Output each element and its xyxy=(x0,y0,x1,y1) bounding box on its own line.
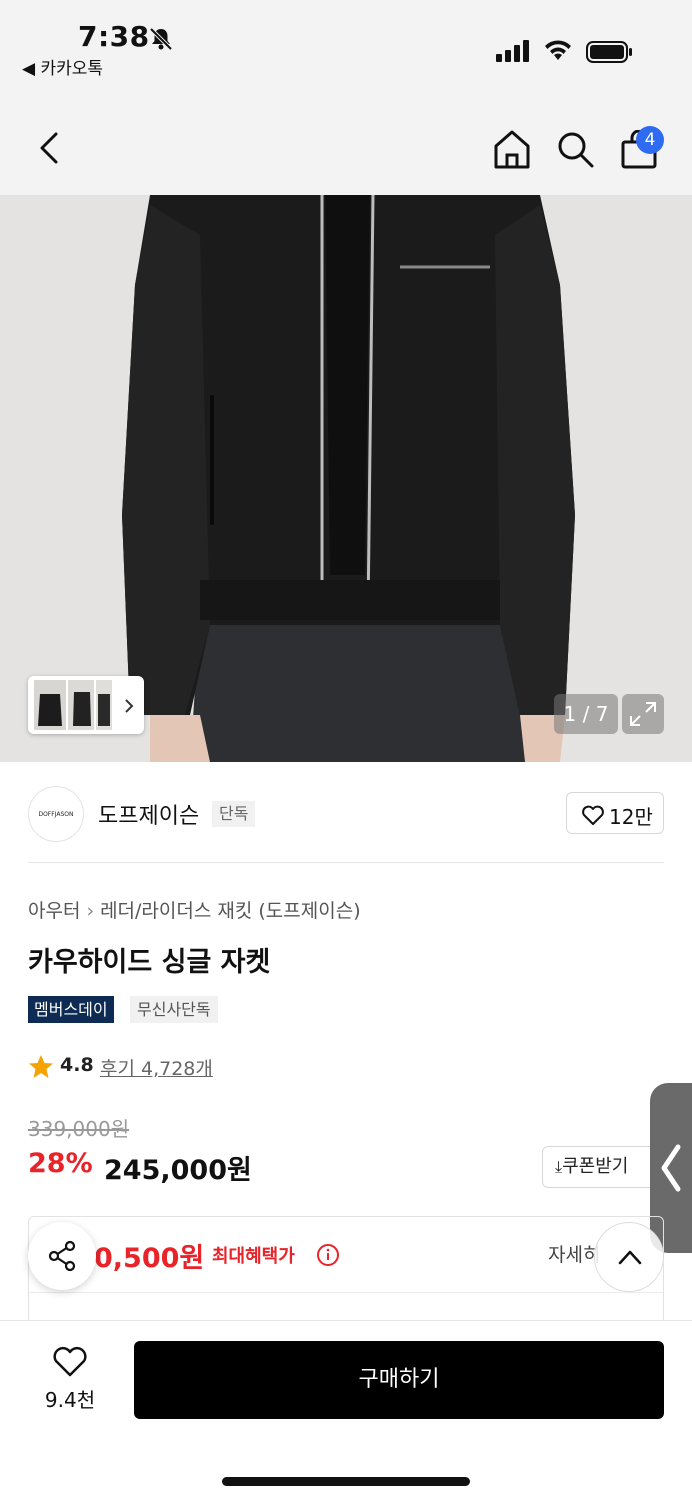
breadcrumb-item[interactable]: 아우터 xyxy=(28,900,80,922)
rating-value: 4.8 xyxy=(60,1054,94,1076)
max-benefit-price: 0,500원 xyxy=(94,1243,205,1274)
chevron-right-icon: › xyxy=(86,900,95,922)
product-title: 카우하이드 싱글 자켓 xyxy=(28,947,271,978)
status-time: 7:38 xyxy=(78,20,150,53)
discount-rate: 28% xyxy=(28,1148,93,1179)
top-navigation xyxy=(0,100,692,195)
home-icon[interactable] xyxy=(492,128,532,170)
battery-icon xyxy=(586,41,632,63)
thumbnail-strip[interactable] xyxy=(28,676,144,734)
membersday-tag: 멤버스데이 xyxy=(28,996,114,1023)
chevron-left-icon xyxy=(661,1144,681,1192)
star-icon xyxy=(29,1055,53,1078)
status-bar: 7:38 ◀ 카카오톡 xyxy=(0,0,692,100)
divider xyxy=(29,1292,663,1293)
brand-like-button[interactable]: 12만 xyxy=(566,792,664,834)
original-price: 339,000원 xyxy=(28,1117,130,1141)
bell-slash-icon xyxy=(149,27,173,51)
divider xyxy=(28,862,664,863)
brand-like-count: 12만 xyxy=(609,805,653,829)
share-icon xyxy=(48,1240,76,1272)
expand-button[interactable] xyxy=(622,694,664,734)
breadcrumb-item[interactable]: 레더/라이더스 재킷 (도프제이슨) xyxy=(100,900,361,922)
breadcrumb: 아우터 › 레더/라이더스 재킷 (도프제이슨) xyxy=(28,896,361,923)
chevron-right-icon xyxy=(125,699,134,713)
search-icon[interactable] xyxy=(556,130,596,170)
cart-count-badge: 4 xyxy=(636,126,664,154)
image-counter: 1 / 7 xyxy=(554,694,618,734)
share-button[interactable] xyxy=(28,1222,96,1290)
coupon-label: 쿠폰받기 xyxy=(562,1156,629,1177)
brand-exclusive-tag: 단독 xyxy=(212,801,256,827)
wish-count: 9.4천 xyxy=(44,1388,96,1412)
chevron-up-icon xyxy=(618,1250,642,1265)
wifi-icon xyxy=(545,40,571,60)
brand-name[interactable]: 도프제이슨 xyxy=(98,798,199,830)
review-count-link[interactable]: 후기 4,728개 xyxy=(100,1054,213,1081)
heart-icon[interactable] xyxy=(52,1346,88,1378)
heart-icon xyxy=(582,805,604,825)
back-icon[interactable] xyxy=(36,130,66,166)
signal-icon xyxy=(496,40,529,62)
brand-logo[interactable]: DOFFJASON xyxy=(28,786,84,842)
max-benefit-label: 최대혜택가 xyxy=(212,1246,295,1267)
coupon-button[interactable]: ⤓쿠폰받기 xyxy=(542,1146,666,1188)
back-to-app-link[interactable]: ◀ 카카오톡 xyxy=(22,54,103,79)
buy-button[interactable]: 구매하기 xyxy=(134,1341,664,1419)
benefit-detail-link[interactable]: 자세히 xyxy=(548,1240,600,1267)
musinsa-exclusive-tag: 무신사단독 xyxy=(130,996,218,1023)
sale-price: 245,000원 xyxy=(104,1155,252,1186)
info-icon[interactable] xyxy=(316,1243,340,1267)
home-indicator xyxy=(222,1477,470,1486)
expand-icon xyxy=(630,702,656,726)
scroll-top-button[interactable] xyxy=(594,1222,664,1292)
